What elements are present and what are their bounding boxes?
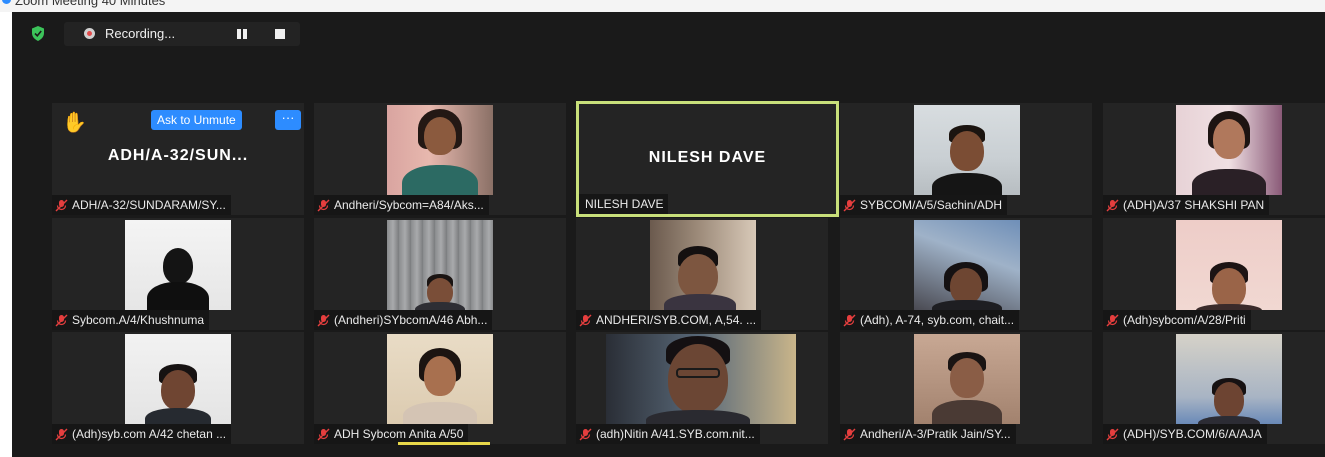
participant-video xyxy=(914,334,1020,424)
ask-to-unmute-button[interactable]: Ask to Unmute xyxy=(151,110,242,130)
participant-video xyxy=(387,220,493,310)
participant-tile[interactable]: (Adh)sybcom/A/28/Priti xyxy=(1103,218,1325,330)
mic-muted-icon xyxy=(1106,199,1119,211)
raised-hand-icon: ✋ xyxy=(62,112,87,134)
participant-tile[interactable]: ADH Sybcom Anita A/50 xyxy=(314,332,566,444)
window-title: Zoom Meeting 40 Minutes xyxy=(15,0,166,8)
participant-name-label: (Adh)syb.com A/42 chetan ... xyxy=(52,424,232,444)
participant-name: Sybcom.A/4/Khushnuma xyxy=(72,313,205,327)
participant-tile[interactable]: (Adh)syb.com A/42 chetan ... xyxy=(52,332,304,444)
participant-name: (ADH)A/37 SHAKSHI PAN xyxy=(1123,198,1265,212)
participant-tile[interactable]: (adh)Nitin A/41.SYB.com.nit... xyxy=(576,332,828,444)
zoom-icon xyxy=(2,0,11,4)
mic-muted-icon xyxy=(579,428,592,440)
participant-tile[interactable]: SYBCOM/A/5/Sachin/ADH xyxy=(840,103,1092,215)
participant-display-name: ADH/A-32/SUN... xyxy=(107,147,249,164)
participant-tile[interactable]: (Adh), A-74, syb.com, chait... xyxy=(840,218,1092,330)
participant-name: SYBCOM/A/5/Sachin/ADH xyxy=(860,198,1003,212)
pause-recording-icon[interactable] xyxy=(236,29,248,39)
participant-tile[interactable]: Andheri/A-3/Pratik Jain/SY... xyxy=(840,332,1092,444)
more-options-button[interactable]: ··· xyxy=(275,110,301,130)
participant-name-label: (ADH)/SYB.COM/6/A/AJA xyxy=(1103,424,1267,444)
participant-tile[interactable]: ANDHERI/SYB.COM, A,54. ... xyxy=(576,218,828,330)
recording-indicator-icon xyxy=(84,28,95,39)
participant-name-label: (adh)Nitin A/41.SYB.com.nit... xyxy=(576,424,760,444)
participant-name-label: ADH/A-32/SUNDARAM/SY... xyxy=(52,195,231,215)
participant-name-label: SYBCOM/A/5/Sachin/ADH xyxy=(840,195,1008,215)
speaking-indicator xyxy=(398,442,490,445)
mic-muted-icon xyxy=(843,428,856,440)
participant-video xyxy=(914,105,1020,195)
mic-muted-icon xyxy=(55,428,68,440)
participant-name-label: Andheri/Sybcom=A84/Aks... xyxy=(314,195,489,215)
participant-name-label: Sybcom.A/4/Khushnuma xyxy=(52,310,210,330)
participant-name: (Andheri)SYbcomA/46 Abh... xyxy=(334,313,488,327)
participant-name: Andheri/A-3/Pratik Jain/SY... xyxy=(860,427,1011,441)
participant-tile[interactable]: Andheri/Sybcom=A84/Aks... xyxy=(314,103,566,215)
participant-video xyxy=(1176,105,1282,195)
recording-bar: Recording... xyxy=(64,22,300,46)
shield-icon[interactable] xyxy=(31,26,45,41)
participant-video xyxy=(387,105,493,195)
participant-name-label: (Andheri)SYbcomA/46 Abh... xyxy=(314,310,493,330)
participant-name: Andheri/Sybcom=A84/Aks... xyxy=(334,198,484,212)
participant-video xyxy=(1176,334,1282,424)
participant-name-label: (ADH)A/37 SHAKSHI PAN xyxy=(1103,195,1270,215)
participant-video xyxy=(650,220,756,310)
participant-video xyxy=(125,334,231,424)
meeting-window: Recording... ✋ Ask to Unmute ··· ADH/A-3… xyxy=(12,12,1325,457)
mic-muted-icon xyxy=(1106,428,1119,440)
participant-video xyxy=(125,220,231,310)
mic-muted-icon xyxy=(317,199,330,211)
participant-tile[interactable]: Sybcom.A/4/Khushnuma xyxy=(52,218,304,330)
participant-name-label: Andheri/A-3/Pratik Jain/SY... xyxy=(840,424,1016,444)
participant-name-label: (Adh), A-74, syb.com, chait... xyxy=(840,310,1020,330)
participant-name-label: ADH Sybcom Anita A/50 xyxy=(314,424,469,444)
participant-display-name: NILESH DAVE xyxy=(648,149,767,166)
stop-recording-icon[interactable] xyxy=(275,29,285,39)
participant-name: ADH Sybcom Anita A/50 xyxy=(334,427,464,441)
mic-muted-icon xyxy=(843,199,856,211)
participant-name: (Adh)syb.com A/42 chetan ... xyxy=(72,427,227,441)
participant-tile[interactable]: (ADH)/SYB.COM/6/A/AJA xyxy=(1103,332,1325,444)
participant-tile[interactable]: (Andheri)SYbcomA/46 Abh... xyxy=(314,218,566,330)
participant-name: (ADH)/SYB.COM/6/A/AJA xyxy=(1123,427,1262,441)
participant-name: (Adh), A-74, syb.com, chait... xyxy=(860,313,1015,327)
mic-muted-icon xyxy=(1106,314,1119,326)
participant-tile[interactable]: ✋ Ask to Unmute ··· ADH/A-32/SUN... ADH/… xyxy=(52,103,304,215)
participant-name: ANDHERI/SYB.COM, A,54. ... xyxy=(596,313,757,327)
participant-name: (adh)Nitin A/41.SYB.com.nit... xyxy=(596,427,755,441)
participant-video xyxy=(387,334,493,424)
mic-muted-icon xyxy=(317,314,330,326)
participant-video xyxy=(914,220,1020,310)
participant-tile[interactable]: (ADH)A/37 SHAKSHI PAN xyxy=(1103,103,1325,215)
participant-name-label: (Adh)sybcom/A/28/Priti xyxy=(1103,310,1251,330)
participant-name: ADH/A-32/SUNDARAM/SY... xyxy=(72,198,226,212)
mic-muted-icon xyxy=(55,314,68,326)
mic-muted-icon xyxy=(843,314,856,326)
participant-name: NILESH DAVE xyxy=(585,197,664,211)
participant-name: (Adh)sybcom/A/28/Priti xyxy=(1123,313,1246,327)
title-bar: Zoom Meeting 40 Minutes xyxy=(0,0,1325,12)
recording-label: Recording... xyxy=(105,26,176,41)
mic-muted-icon xyxy=(55,199,68,211)
participant-video xyxy=(606,334,796,424)
participant-name-label: NILESH DAVE xyxy=(579,194,669,214)
mic-muted-icon xyxy=(317,428,330,440)
participant-video xyxy=(1176,220,1282,310)
participant-name-label: ANDHERI/SYB.COM, A,54. ... xyxy=(576,310,762,330)
mic-muted-icon xyxy=(579,314,592,326)
participant-tile-active-speaker[interactable]: NILESH DAVE NILESH DAVE xyxy=(576,101,839,217)
